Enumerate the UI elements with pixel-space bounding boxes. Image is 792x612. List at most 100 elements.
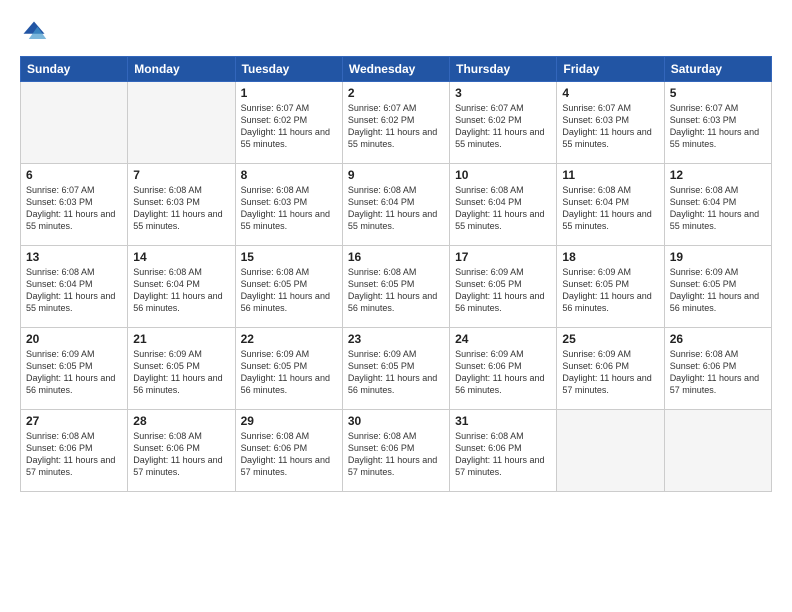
day-info: Sunrise: 6:09 AMSunset: 6:06 PMDaylight:… (562, 348, 658, 397)
day-number: 11 (562, 168, 658, 182)
calendar-cell: 21 Sunrise: 6:09 AMSunset: 6:05 PMDayligh… (128, 328, 235, 410)
day-info: Sunrise: 6:08 AMSunset: 6:03 PMDaylight:… (133, 184, 229, 233)
day-number: 3 (455, 86, 551, 100)
calendar-cell: 30Sunrise: 6:08 AMSunset: 6:06 PMDayligh… (342, 410, 449, 492)
calendar-cell: 14 Sunrise: 6:08 AMSunset: 6:04 PMDayligh… (128, 246, 235, 328)
day-info: Sunrise: 6:08 AMSunset: 6:04 PMDaylight:… (348, 184, 444, 233)
day-number: 28 (133, 414, 229, 428)
calendar-cell: 13Sunrise: 6:08 AMSunset: 6:04 PMDayligh… (21, 246, 128, 328)
week-row-4: 20 Sunrise: 6:09 AMSunset: 6:05 PMDayligh… (21, 328, 772, 410)
calendar-cell: 26Sunrise: 6:08 AMSunset: 6:06 PMDayligh… (664, 328, 771, 410)
header (20, 18, 772, 46)
day-number: 14 (133, 250, 229, 264)
calendar-cell: 9 Sunrise: 6:08 AMSunset: 6:04 PMDaylight… (342, 164, 449, 246)
day-info: Sunrise: 6:07 AMSunset: 6:03 PMDaylight:… (26, 184, 122, 233)
day-info: Sunrise: 6:08 AMSunset: 6:06 PMDaylight:… (26, 430, 122, 479)
calendar-cell: 31 Sunrise: 6:08 AMSunset: 6:06 PMDayligh… (450, 410, 557, 492)
day-number: 27 (26, 414, 122, 428)
day-info: Sunrise: 6:08 AMSunset: 6:06 PMDaylight:… (455, 430, 551, 479)
day-number: 24 (455, 332, 551, 346)
day-info: Sunrise: 6:07 AMSunset: 6:02 PMDaylight:… (348, 102, 444, 151)
calendar-cell: 17Sunrise: 6:09 AMSunset: 6:05 PMDayligh… (450, 246, 557, 328)
day-info: Sunrise: 6:07 AMSunset: 6:03 PMDaylight:… (670, 102, 766, 151)
day-info: Sunrise: 6:08 AMSunset: 6:04 PMDaylight:… (26, 266, 122, 315)
calendar-cell (664, 410, 771, 492)
day-number: 5 (670, 86, 766, 100)
week-row-5: 27 Sunrise: 6:08 AMSunset: 6:06 PMDayligh… (21, 410, 772, 492)
calendar-cell: 10 Sunrise: 6:08 AMSunset: 6:04 PMDayligh… (450, 164, 557, 246)
day-number: 30 (348, 414, 444, 428)
calendar-cell: 24 Sunrise: 6:09 AMSunset: 6:06 PMDayligh… (450, 328, 557, 410)
page: SundayMondayTuesdayWednesdayThursdayFrid… (0, 0, 792, 612)
logo-icon (20, 18, 48, 46)
day-info: Sunrise: 6:09 AMSunset: 6:05 PMDaylight:… (26, 348, 122, 397)
day-number: 20 (26, 332, 122, 346)
calendar-cell (557, 410, 664, 492)
logo (20, 18, 52, 46)
day-number: 2 (348, 86, 444, 100)
day-number: 21 (133, 332, 229, 346)
calendar-cell: 20 Sunrise: 6:09 AMSunset: 6:05 PMDayligh… (21, 328, 128, 410)
day-info: Sunrise: 6:07 AMSunset: 6:03 PMDaylight:… (562, 102, 658, 151)
calendar-cell: 25 Sunrise: 6:09 AMSunset: 6:06 PMDayligh… (557, 328, 664, 410)
day-info: Sunrise: 6:08 AMSunset: 6:04 PMDaylight:… (562, 184, 658, 233)
day-info: Sunrise: 6:09 AMSunset: 6:05 PMDaylight:… (670, 266, 766, 315)
day-info: Sunrise: 6:08 AMSunset: 6:05 PMDaylight:… (348, 266, 444, 315)
day-number: 1 (241, 86, 337, 100)
calendar-table: SundayMondayTuesdayWednesdayThursdayFrid… (20, 56, 772, 492)
calendar-cell: 8Sunrise: 6:08 AMSunset: 6:03 PMDaylight… (235, 164, 342, 246)
day-number: 7 (133, 168, 229, 182)
calendar-cell: 15Sunrise: 6:08 AMSunset: 6:05 PMDayligh… (235, 246, 342, 328)
calendar-cell: 7 Sunrise: 6:08 AMSunset: 6:03 PMDaylight… (128, 164, 235, 246)
weekday-header-row: SundayMondayTuesdayWednesdayThursdayFrid… (21, 57, 772, 82)
calendar-cell: 27 Sunrise: 6:08 AMSunset: 6:06 PMDayligh… (21, 410, 128, 492)
day-number: 23 (348, 332, 444, 346)
day-info: Sunrise: 6:09 AMSunset: 6:05 PMDaylight:… (562, 266, 658, 315)
calendar-cell: 19 Sunrise: 6:09 AMSunset: 6:05 PMDayligh… (664, 246, 771, 328)
calendar-cell: 29 Sunrise: 6:08 AMSunset: 6:06 PMDayligh… (235, 410, 342, 492)
day-number: 25 (562, 332, 658, 346)
day-info: Sunrise: 6:08 AMSunset: 6:06 PMDaylight:… (241, 430, 337, 479)
day-number: 15 (241, 250, 337, 264)
calendar-cell: 5 Sunrise: 6:07 AMSunset: 6:03 PMDaylight… (664, 82, 771, 164)
calendar-cell: 6 Sunrise: 6:07 AMSunset: 6:03 PMDaylight… (21, 164, 128, 246)
day-info: Sunrise: 6:08 AMSunset: 6:06 PMDaylight:… (133, 430, 229, 479)
day-info: Sunrise: 6:09 AMSunset: 6:05 PMDaylight:… (455, 266, 551, 315)
calendar-cell: 4Sunrise: 6:07 AMSunset: 6:03 PMDaylight… (557, 82, 664, 164)
calendar-cell: 23 Sunrise: 6:09 AMSunset: 6:05 PMDayligh… (342, 328, 449, 410)
week-row-3: 13Sunrise: 6:08 AMSunset: 6:04 PMDayligh… (21, 246, 772, 328)
day-number: 6 (26, 168, 122, 182)
calendar-cell: 22 Sunrise: 6:09 AMSunset: 6:05 PMDayligh… (235, 328, 342, 410)
day-info: Sunrise: 6:09 AMSunset: 6:05 PMDaylight:… (133, 348, 229, 397)
calendar-cell: 12Sunrise: 6:08 AMSunset: 6:04 PMDayligh… (664, 164, 771, 246)
week-row-1: 1 Sunrise: 6:07 AMSunset: 6:02 PMDaylight… (21, 82, 772, 164)
calendar-cell (128, 82, 235, 164)
day-info: Sunrise: 6:08 AMSunset: 6:03 PMDaylight:… (241, 184, 337, 233)
day-number: 19 (670, 250, 766, 264)
day-number: 10 (455, 168, 551, 182)
calendar-cell: 16Sunrise: 6:08 AMSunset: 6:05 PMDayligh… (342, 246, 449, 328)
day-info: Sunrise: 6:09 AMSunset: 6:05 PMDaylight:… (241, 348, 337, 397)
weekday-header-saturday: Saturday (664, 57, 771, 82)
weekday-header-wednesday: Wednesday (342, 57, 449, 82)
calendar-cell: 3Sunrise: 6:07 AMSunset: 6:02 PMDaylight… (450, 82, 557, 164)
day-number: 22 (241, 332, 337, 346)
day-number: 9 (348, 168, 444, 182)
calendar-cell: 18Sunrise: 6:09 AMSunset: 6:05 PMDayligh… (557, 246, 664, 328)
calendar-cell: 28 Sunrise: 6:08 AMSunset: 6:06 PMDayligh… (128, 410, 235, 492)
day-info: Sunrise: 6:08 AMSunset: 6:04 PMDaylight:… (133, 266, 229, 315)
day-info: Sunrise: 6:07 AMSunset: 6:02 PMDaylight:… (241, 102, 337, 151)
day-number: 29 (241, 414, 337, 428)
calendar-cell: 1 Sunrise: 6:07 AMSunset: 6:02 PMDaylight… (235, 82, 342, 164)
day-info: Sunrise: 6:09 AMSunset: 6:05 PMDaylight:… (348, 348, 444, 397)
day-number: 12 (670, 168, 766, 182)
week-row-2: 6 Sunrise: 6:07 AMSunset: 6:03 PMDaylight… (21, 164, 772, 246)
day-info: Sunrise: 6:08 AMSunset: 6:04 PMDaylight:… (455, 184, 551, 233)
day-number: 31 (455, 414, 551, 428)
day-info: Sunrise: 6:08 AMSunset: 6:06 PMDaylight:… (670, 348, 766, 397)
weekday-header-thursday: Thursday (450, 57, 557, 82)
weekday-header-friday: Friday (557, 57, 664, 82)
day-info: Sunrise: 6:09 AMSunset: 6:06 PMDaylight:… (455, 348, 551, 397)
calendar-cell: 2 Sunrise: 6:07 AMSunset: 6:02 PMDaylight… (342, 82, 449, 164)
calendar-cell: 11 Sunrise: 6:08 AMSunset: 6:04 PMDayligh… (557, 164, 664, 246)
